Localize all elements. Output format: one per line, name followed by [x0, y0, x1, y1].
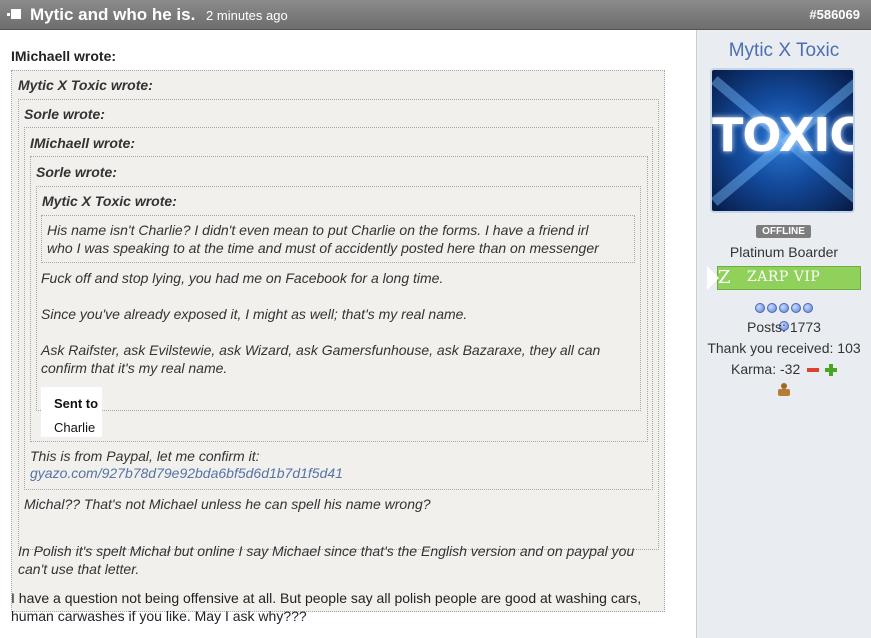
quote-6-line-2: who I was speaking to at the time and mu…	[47, 240, 599, 256]
post-body-line-2: human carwashes if you like. May I ask w…	[11, 608, 307, 624]
quote-5-line-1: Fuck off and stop lying, you had me on F…	[41, 270, 444, 286]
post-content: IMichaell wrote: Mytic X Toxic wrote: So…	[0, 30, 697, 638]
avatar[interactable]: TOXIC	[710, 68, 855, 213]
karma-minus-icon[interactable]	[807, 368, 820, 373]
quote-1-line-1: In Polish it's spelt Michał but online I…	[18, 543, 635, 559]
quote-2-text: Michal?? That's not Michael unless he ca…	[24, 496, 431, 512]
quote-author-3: Sorle wrote:	[24, 106, 105, 122]
paypal-screenshot-image[interactable]: Sent to Charlie	[41, 387, 102, 437]
vip-badge-text: ZARP VIP	[747, 269, 821, 285]
rank-stars-icon	[749, 300, 819, 331]
quote-author-5: Sorle wrote:	[36, 164, 117, 180]
stamp-icon	[777, 383, 791, 397]
quote-1-line-2: can't use that letter.	[18, 561, 140, 577]
quote-5-line-2: Since you've already exposed it, I might…	[41, 306, 468, 322]
quote-6-line-1: His name isn't Charlie? I didn't even me…	[47, 222, 589, 238]
post-header: Mytic and who he is. 2 minutes ago #5860…	[0, 0, 871, 30]
post-time: 2 minutes ago	[206, 8, 288, 23]
user-rank: Platinum Boarder	[729, 244, 839, 260]
collapse-icon[interactable]	[7, 9, 21, 20]
quote-5-line-3: Ask Raifster, ask Evilstewie, ask Wizard…	[41, 342, 601, 358]
quote-author-6: Mytic X Toxic wrote:	[42, 193, 177, 209]
status-badge: OFFLINE	[756, 225, 811, 238]
post-body-line-1: I have a question not being offensive at…	[11, 590, 642, 606]
quote-author-2: Mytic X Toxic wrote:	[18, 77, 153, 93]
post-number-link[interactable]: #586069	[809, 7, 860, 22]
username-link[interactable]: Mytic X Toxic	[697, 40, 871, 62]
post-title-text: Mytic and who he is.	[30, 5, 196, 24]
forum-post: Mytic and who he is. 2 minutes ago #5860…	[0, 0, 871, 638]
quote-author-4: IMichaell wrote:	[30, 135, 136, 151]
vip-badge-logo: Z	[718, 267, 731, 288]
vip-badge: Z ZARP VIP	[707, 266, 862, 290]
thanks-count: Thank you received: 103	[707, 340, 861, 356]
quote-5-line-4: confirm that it's my real name.	[41, 360, 228, 376]
post-title: Mytic and who he is. 2 minutes ago	[30, 5, 288, 25]
avatar-text: TOXIC	[712, 108, 855, 162]
quote-3-text: This is from Paypal, let me confirm it:	[30, 448, 260, 464]
karma-value: Karma: -32	[730, 361, 801, 377]
image-text-line-1: Sent to	[54, 396, 99, 411]
karma-plus-icon[interactable]	[825, 364, 838, 377]
post-count: Posts: 1773	[747, 319, 821, 335]
karma: Karma: -32	[697, 361, 871, 377]
image-text-line-2: Charlie	[54, 420, 96, 435]
user-sidebar: Mytic X Toxic TOXIC OFFLINE Platinum Boa…	[696, 30, 871, 638]
quote-author-1: IMichaell wrote:	[11, 48, 117, 64]
post-body: I have a question not being offensive at…	[11, 589, 671, 625]
gyazo-link[interactable]: gyazo.com/927b78d79e92bda6bf5d6d1b7d1f5d…	[30, 465, 343, 481]
